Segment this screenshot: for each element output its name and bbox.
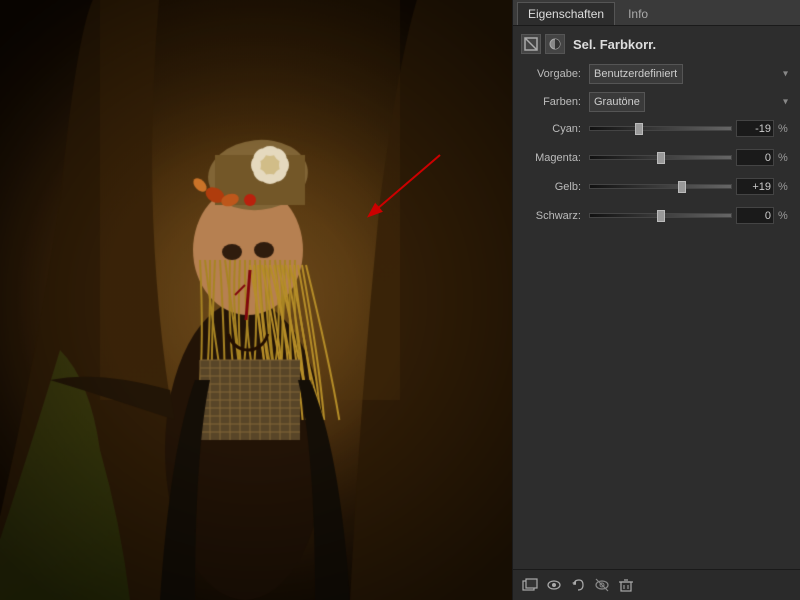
farben-row: Farben: Grautöne [521,92,792,112]
farben-label: Farben: [521,96,589,108]
mask-icon [524,37,538,51]
tab-bar: Eigenschaften Info [513,0,800,26]
visibility-icon [594,577,610,593]
slider-label-0: Cyan: [521,123,589,135]
slider-unit-3: % [778,210,792,222]
slider-label-3: Schwarz: [521,210,589,222]
photo-area [0,0,512,600]
bottom-icon-delete[interactable] [617,576,635,594]
farben-dropdown[interactable]: Grautöne [589,92,645,112]
vorgabe-dropdown-wrapper: Benutzerdefiniert [589,64,792,84]
slider-value-0[interactable]: -19 [736,120,774,137]
trash-icon [618,577,634,593]
panel-toolbar: Sel. Farbkorr. [521,34,792,54]
slider-row-magenta: Magenta: 0 % [521,149,792,166]
properties-panel: Eigenschaften Info Sel. Farbkorr. Vorga [512,0,800,600]
eye-icon [546,577,562,593]
slider-track-0[interactable] [589,122,732,136]
bottom-icon-visibility[interactable] [593,576,611,594]
bottom-icon-undo[interactable] [569,576,587,594]
slider-thumb-0[interactable] [635,123,643,135]
tool-icon-circle[interactable] [545,34,565,54]
slider-row-cyan: Cyan: -19 % [521,120,792,137]
slider-track-3[interactable] [589,209,732,223]
panel-title: Sel. Farbkorr. [573,37,656,52]
slider-unit-0: % [778,123,792,135]
tab-info[interactable]: Info [617,2,659,25]
bottom-toolbar [513,569,800,600]
tool-icon-mask[interactable] [521,34,541,54]
undo-icon [570,577,586,593]
vorgabe-label: Vorgabe: [521,68,589,80]
farben-dropdown-wrapper: Grautöne [589,92,792,112]
slider-track-1[interactable] [589,151,732,165]
tab-eigenschaften[interactable]: Eigenschaften [517,2,615,25]
slider-thumb-2[interactable] [678,181,686,193]
slider-value-1[interactable]: 0 [736,149,774,166]
slider-row-schwarz: Schwarz: 0 % [521,207,792,224]
bottom-icon-new-layer[interactable] [521,576,539,594]
slider-value-2[interactable]: +19 [736,178,774,195]
circle-icon [548,37,562,51]
slider-unit-2: % [778,181,792,193]
new-layer-icon [522,577,538,593]
photo-canvas [0,0,512,600]
slider-track-2[interactable] [589,180,732,194]
slider-value-3[interactable]: 0 [736,207,774,224]
slider-label-1: Magenta: [521,152,589,164]
slider-label-2: Gelb: [521,181,589,193]
panel-content: Sel. Farbkorr. Vorgabe: Benutzerdefinier… [513,26,800,569]
slider-thumb-1[interactable] [657,152,665,164]
vorgabe-row: Vorgabe: Benutzerdefiniert [521,64,792,84]
vorgabe-dropdown[interactable]: Benutzerdefiniert [589,64,683,84]
slider-unit-1: % [778,152,792,164]
slider-row-gelb: Gelb: +19 % [521,178,792,195]
sliders-container: Cyan: -19 % Magenta: 0 % [521,120,792,224]
bottom-icon-eye[interactable] [545,576,563,594]
slider-thumb-3[interactable] [657,210,665,222]
